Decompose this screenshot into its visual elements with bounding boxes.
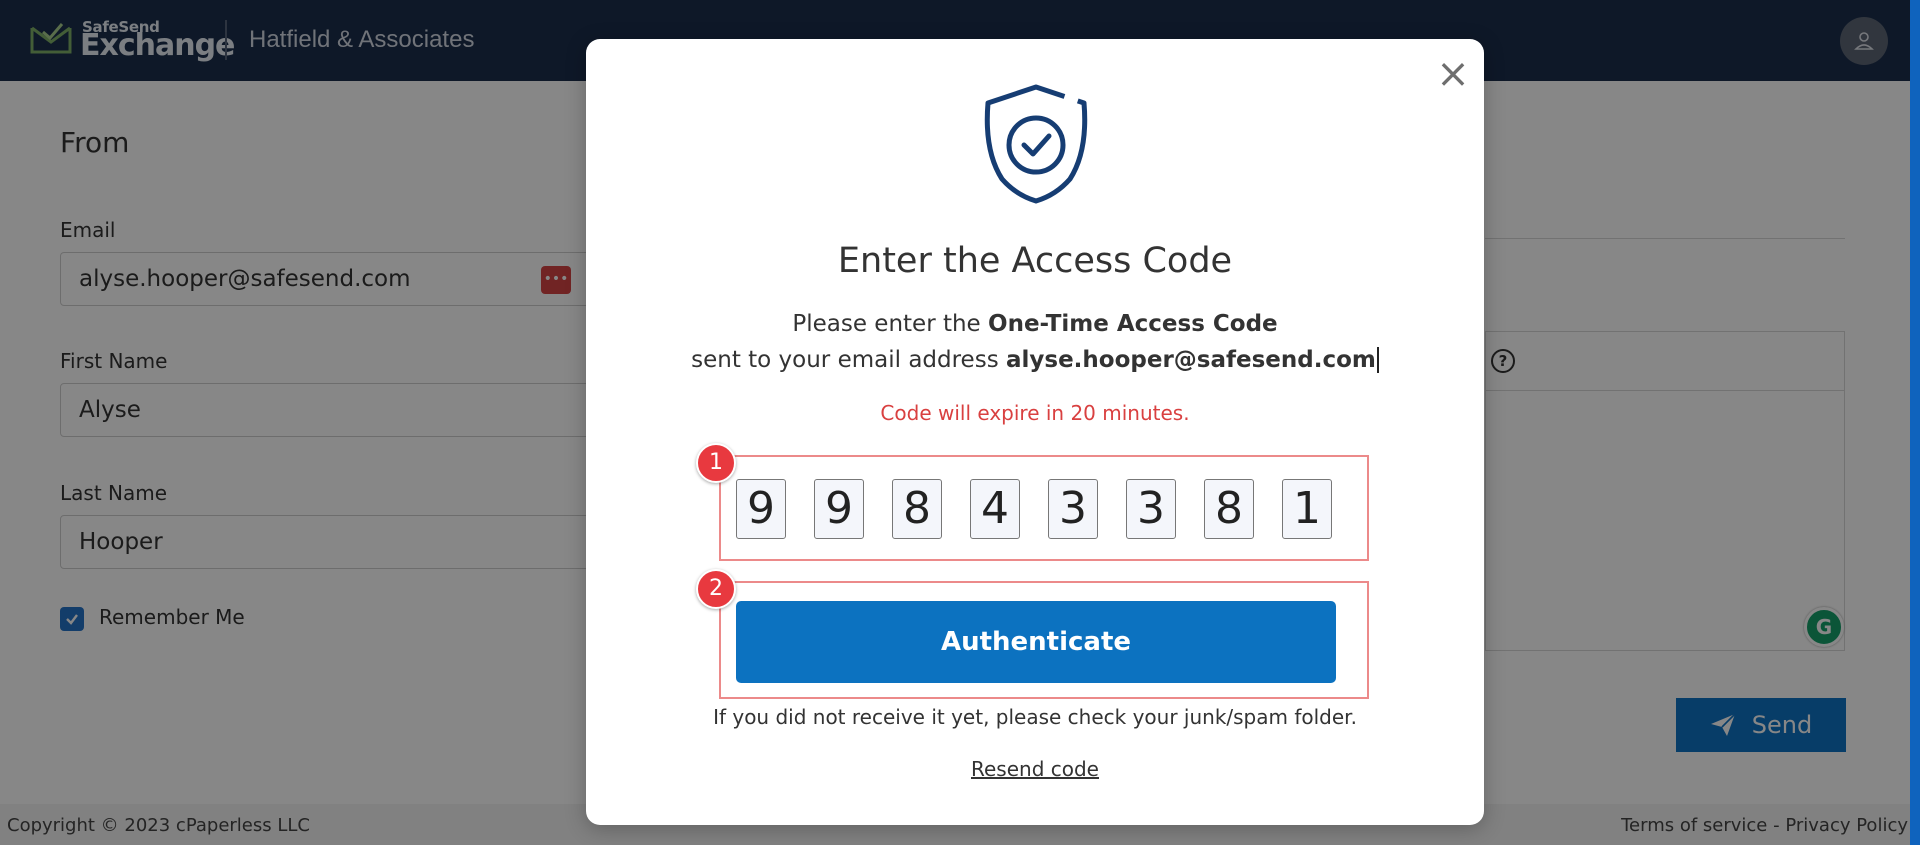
recipient-email: alyse.hooper@safesend.com bbox=[1006, 347, 1376, 373]
page-scrollbar[interactable] bbox=[1910, 0, 1920, 845]
instruction-prefix-1: Please enter the bbox=[792, 311, 989, 337]
annotation-badge-1: 1 bbox=[696, 443, 736, 483]
instruction-line-2: sent to your email address alyse.hooper@… bbox=[586, 347, 1484, 373]
code-digit-3[interactable]: 8 bbox=[892, 479, 942, 539]
instruction-prefix-2: sent to your email address bbox=[691, 347, 1006, 373]
code-digit-1[interactable]: 9 bbox=[736, 479, 786, 539]
code-digit-5[interactable]: 3 bbox=[1048, 479, 1098, 539]
dialog-title: Enter the Access Code bbox=[837, 241, 1233, 281]
expiry-warning: Code will expire in 20 minutes. bbox=[880, 401, 1190, 425]
text-caret bbox=[1376, 347, 1379, 373]
annotation-badge-2: 2 bbox=[696, 569, 736, 609]
access-code-dialog: × Enter the Access Code Please enter the… bbox=[586, 39, 1484, 825]
close-icon[interactable]: × bbox=[1436, 54, 1470, 94]
resend-code-link[interactable]: Resend code bbox=[586, 757, 1484, 781]
code-digit-2[interactable]: 9 bbox=[814, 479, 864, 539]
shield-check-icon bbox=[984, 83, 1088, 204]
code-digit-4[interactable]: 4 bbox=[970, 479, 1020, 539]
instruction-line-1: Please enter the One-Time Access Code bbox=[586, 311, 1484, 337]
code-digit-6[interactable]: 3 bbox=[1126, 479, 1176, 539]
code-digit-8[interactable]: 1 bbox=[1282, 479, 1332, 539]
instruction-code-name: One-Time Access Code bbox=[988, 311, 1278, 337]
authenticate-button[interactable]: Authenticate bbox=[736, 601, 1336, 683]
access-code-input: 9 9 8 4 3 3 8 1 bbox=[736, 479, 1346, 539]
code-digit-7[interactable]: 8 bbox=[1204, 479, 1254, 539]
junk-folder-note: If you did not receive it yet, please ch… bbox=[713, 705, 1357, 729]
